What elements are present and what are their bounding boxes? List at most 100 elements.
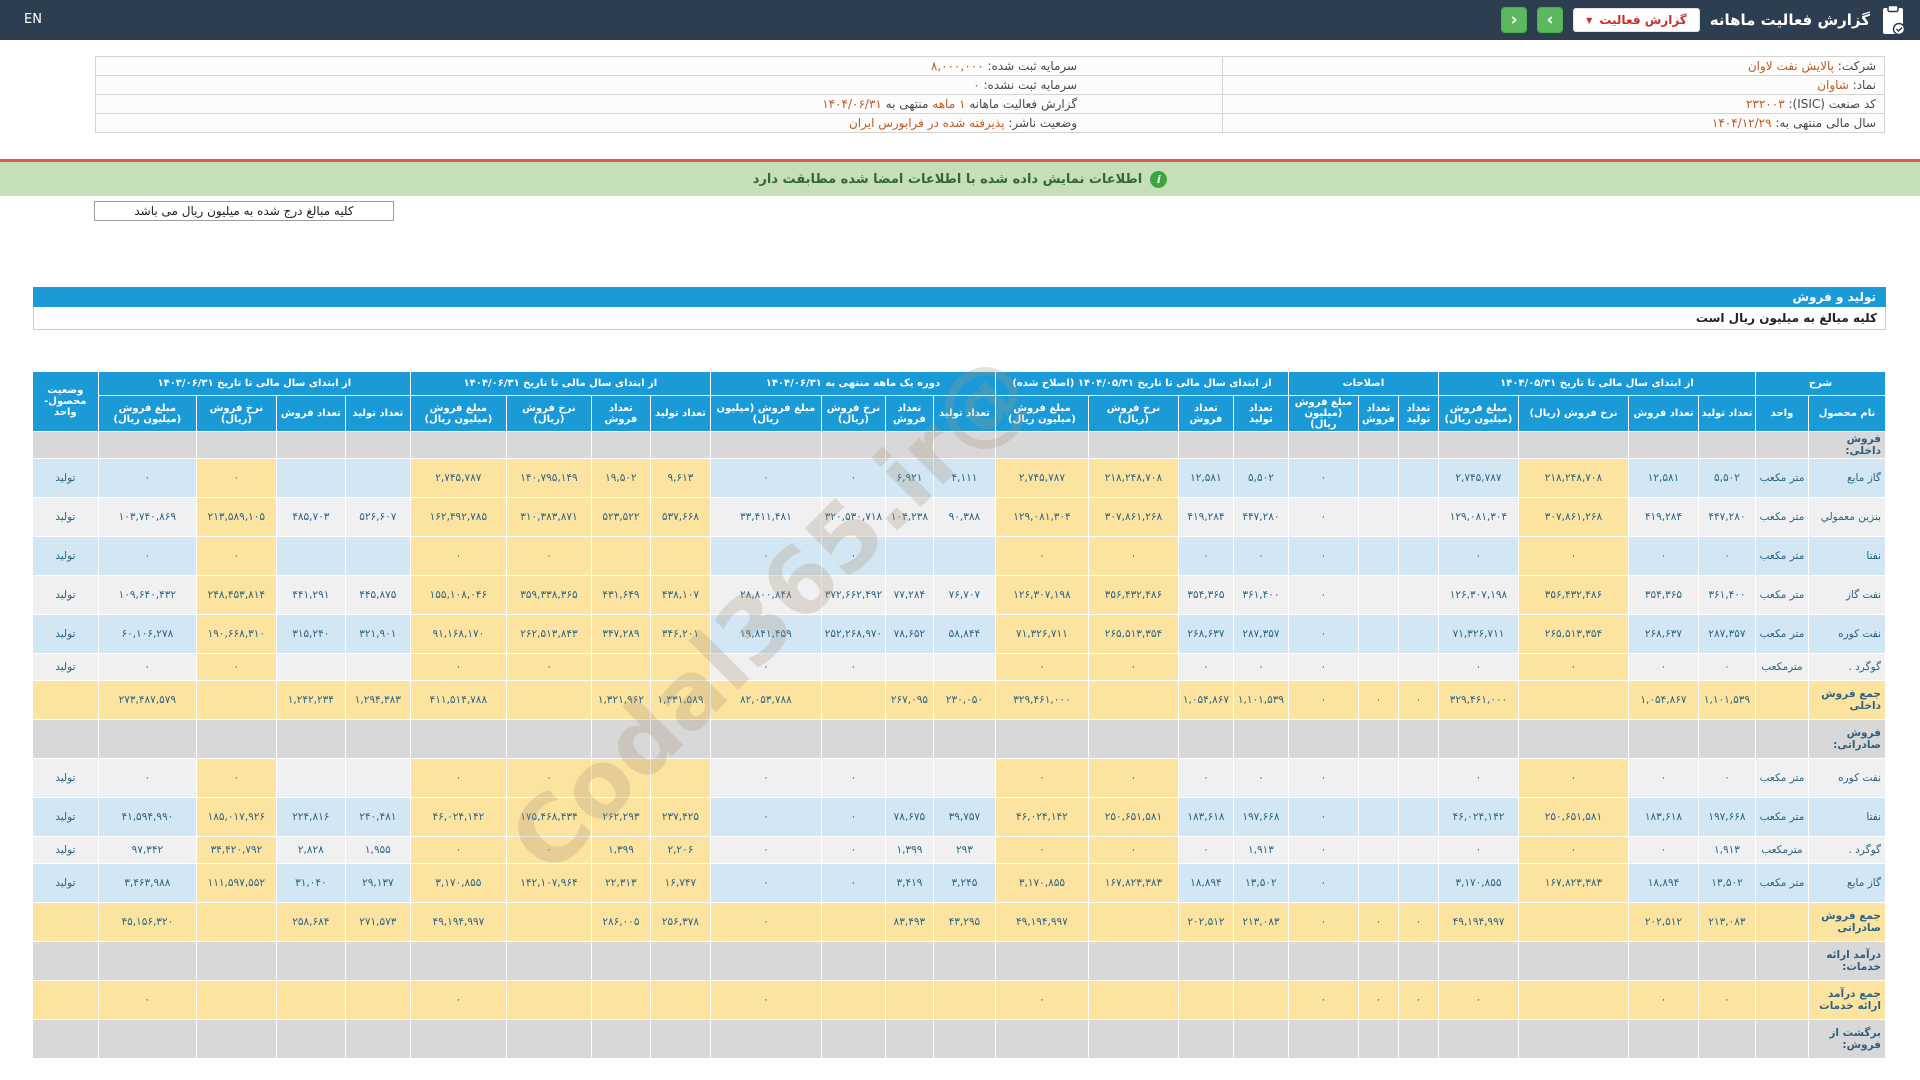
value-cell: ۷۶,۷۰۷ <box>932 575 996 615</box>
info-value: پالایش نفت لاوان <box>1747 59 1834 73</box>
empty-cell <box>1357 1019 1399 1059</box>
header-status: وضعیت محصول-واحد <box>31 371 99 432</box>
value-cell: ۱,۳۹۹ <box>884 836 934 864</box>
header-qty-produced: تعداد تولید <box>649 395 711 432</box>
value-cell: ۳۵۴,۳۶۵ <box>1177 575 1234 615</box>
value-cell: ۱,۲۹۴,۳۸۳ <box>344 680 411 720</box>
value-cell <box>344 980 411 1020</box>
value-cell: ۰ <box>1697 758 1756 798</box>
empty-cell <box>820 1019 886 1059</box>
value-cell: ۳۴,۴۲۰,۷۹۲ <box>195 836 277 864</box>
empty-cell <box>275 719 346 759</box>
value-cell: ۳۵۶,۴۳۲,۴۸۶ <box>1517 575 1629 615</box>
empty-cell <box>649 719 711 759</box>
empty-cell <box>1177 1019 1234 1059</box>
value-cell: ۰ <box>709 458 822 498</box>
value-cell: ۰ <box>1697 980 1756 1020</box>
info-value: ۱۴۰۴/۱۲/۲۹ <box>1711 116 1772 130</box>
previous-report-button[interactable]: ‹ <box>1501 7 1528 33</box>
header-sale-rate: نرخ فروش (ریال) <box>195 395 277 432</box>
header-sale-amount: مبلغ فروش (میلیون ریال) <box>994 395 1089 432</box>
value-cell: ۱۹,۸۴۱,۴۵۹ <box>709 614 822 654</box>
empty-cell <box>1627 719 1699 759</box>
value-cell: ۰ <box>820 653 886 681</box>
info-cell: وضعیت ناشر: پذیرفته شده در فرابورس ایران <box>94 113 1224 133</box>
value-cell: ۸۲,۰۵۳,۷۸۸ <box>709 680 822 720</box>
status-cell <box>31 902 99 942</box>
product-row: نفت گاز متر مکعب ۳۶۱,۴۰۰ ۳۵۴,۳۶۵ ۳۵۶,۴۳۲,۴۸۶… <box>31 575 1886 615</box>
value-cell: ۰ <box>505 653 592 681</box>
value-cell: ۰ <box>820 836 886 864</box>
value-cell: ۱۰۳,۷۴۰,۸۶۹ <box>97 497 197 537</box>
status-cell <box>31 680 99 720</box>
empty-cell <box>195 431 277 459</box>
value-cell <box>820 980 886 1020</box>
header-sale-amount: مبلغ فروش (میلیون ریال) <box>409 395 507 432</box>
empty-cell <box>1397 719 1439 759</box>
next-report-button[interactable]: › <box>1537 7 1564 33</box>
value-cell: ۰ <box>97 536 197 576</box>
value-cell: ۴۱۹,۲۸۴ <box>1177 497 1234 537</box>
value-cell <box>884 758 934 798</box>
empty-cell <box>505 431 592 459</box>
value-cell <box>649 536 711 576</box>
product-name-cell: گوگرد . <box>1808 836 1886 864</box>
status-cell: تولید <box>31 575 99 615</box>
section-label-cell: فروش داخلی: <box>1808 431 1886 459</box>
header-qty-produced: تعداد تولید <box>1232 395 1289 432</box>
value-cell: ۱,۰۵۴,۸۶۷ <box>1177 680 1234 720</box>
value-cell: ۰ <box>1287 614 1359 654</box>
empty-cell <box>195 1019 277 1059</box>
value-cell: ۴۸۵,۷۰۳ <box>275 497 346 537</box>
value-cell: ۰ <box>1437 980 1519 1020</box>
table-group-header-row: شرح از ابتدای سال مالی تا تاریخ ۱۴۰۴/۰۵/… <box>31 371 1887 432</box>
signature-notice-text: اطلاعات نمایش داده شده با اطلاعات امضا ش… <box>752 171 1143 187</box>
value-cell: ۳۰۷,۸۶۱,۲۶۸ <box>1087 497 1179 537</box>
empty-cell <box>649 1019 711 1059</box>
value-cell: ۰ <box>1232 536 1289 576</box>
value-cell: ۴۹,۱۹۴,۹۹۷ <box>994 902 1089 942</box>
section-title-bar: تولید و فروش <box>33 287 1886 307</box>
product-name-cell: نفت گاز <box>1808 575 1886 615</box>
value-cell: ۰ <box>1357 680 1399 720</box>
value-cell <box>1357 797 1399 837</box>
value-cell: ۰ <box>1697 653 1756 681</box>
product-name-cell: گوگرد . <box>1808 653 1886 681</box>
header-qty-sold: تعداد فروش <box>1177 395 1234 432</box>
empty-cell <box>505 719 592 759</box>
empty-cell <box>505 1019 592 1059</box>
info-cell: گزارش فعالیت ماهانه ۱ ماهه منتهی به ۱۴۰۴… <box>94 94 1224 114</box>
info-label: وضعیت ناشر: <box>1008 116 1078 130</box>
unit-cell: متر مکعب <box>1754 614 1810 654</box>
empty-cell <box>1232 1019 1289 1059</box>
value-cell: ۰ <box>1087 653 1179 681</box>
value-cell: ۰ <box>1177 836 1234 864</box>
value-cell: ۶۰,۱۰۶,۲۷۸ <box>97 614 197 654</box>
value-cell: ۴۶,۰۲۴,۱۴۲ <box>994 797 1089 837</box>
language-toggle-en[interactable]: EN <box>24 12 42 27</box>
status-cell: تولید <box>31 458 99 498</box>
section-row: فروش داخلی: <box>31 431 1886 459</box>
value-cell <box>1397 653 1439 681</box>
info-cell: سال مالی منتهی به: ۱۴۰۴/۱۲/۲۹ <box>1222 113 1885 133</box>
value-cell: ۲,۷۴۵,۷۸۷ <box>1437 458 1519 498</box>
total-row: جمع فروش داخلی ۱,۱۰۱,۵۳۹ ۱,۰۵۴,۸۶۷ ۳۲۹,۴۶۱,… <box>31 680 1886 720</box>
top-bar: گزارش فعالیت ماهانه گزارش فعالیت ▼ › ‹ E… <box>0 0 1920 40</box>
value-cell: ۳۱۰,۳۸۳,۸۷۱ <box>505 497 592 537</box>
unit-cell: مترمکعب <box>1754 653 1810 681</box>
empty-cell <box>884 1019 934 1059</box>
status-cell: تولید <box>31 836 99 864</box>
value-cell <box>505 980 592 1020</box>
value-cell <box>884 980 934 1020</box>
value-cell: ۱۰۹,۶۴۰,۴۳۲ <box>97 575 197 615</box>
report-type-dropdown[interactable]: گزارش فعالیت ▼ <box>1573 8 1700 32</box>
value-cell: ۰ <box>1232 758 1289 798</box>
value-cell <box>275 653 346 681</box>
value-cell: ۰ <box>1287 836 1359 864</box>
header-qty-produced: تعداد تولید <box>932 395 996 432</box>
value-cell: ۲۶۷,۰۹۵ <box>884 680 934 720</box>
value-cell: ۱۵۵,۱۰۸,۰۴۶ <box>409 575 507 615</box>
value-cell <box>590 980 651 1020</box>
value-cell: ۲۴۸,۴۵۳,۸۱۴ <box>195 575 277 615</box>
value-cell: ۲۱۸,۲۴۸,۷۰۸ <box>1087 458 1179 498</box>
